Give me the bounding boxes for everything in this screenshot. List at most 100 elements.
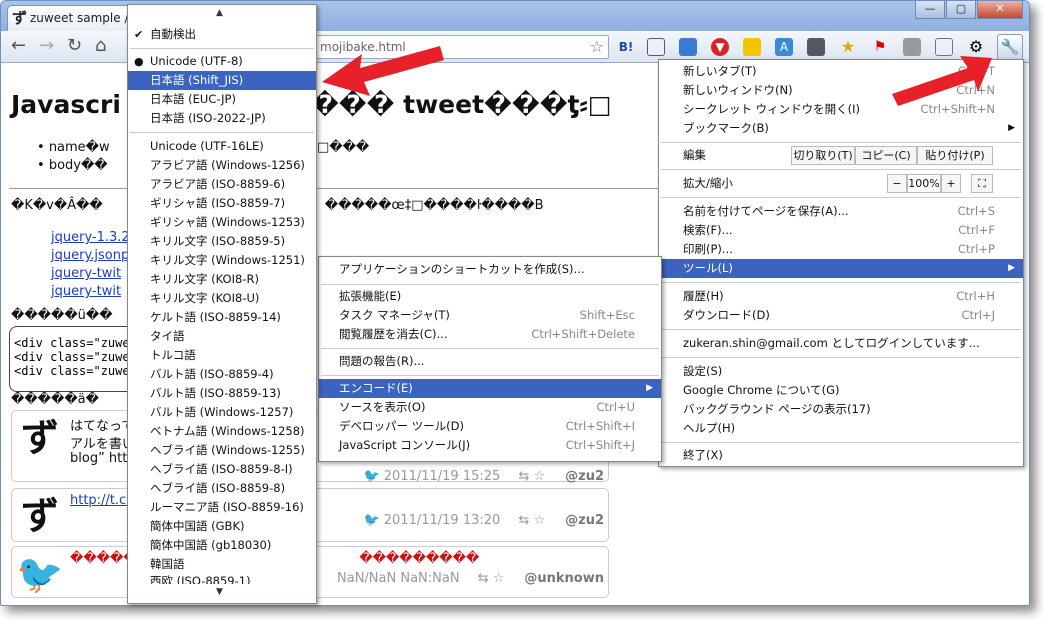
menu-item-save-page[interactable]: 名前を付けてページを保存(A)... Ctrl+S bbox=[659, 202, 1023, 221]
twitter-bird-icon: 🐦 bbox=[363, 513, 380, 528]
menu-item-encoding[interactable]: ヘブライ語 (Windows-1255) bbox=[128, 441, 316, 460]
image-icon[interactable] bbox=[679, 38, 697, 56]
menu-item-task-manager[interactable]: タスク マネージャ(T) Shift+Esc bbox=[319, 306, 661, 325]
menu-item-encoding[interactable]: ルーマニア語 (ISO-8859-16) bbox=[128, 498, 316, 517]
menu-item-encoding[interactable]: 西欧 (ISO-8859-1) bbox=[128, 574, 316, 584]
tab-title: zuweet sample / bbox=[30, 11, 129, 25]
menu-item-utf8[interactable]: ● Unicode (UTF-8) bbox=[128, 52, 316, 71]
menu-item-encoding[interactable]: ギリシャ語 (ISO-8859-7) bbox=[128, 194, 316, 213]
menu-item-js-console[interactable]: JavaScript コンソール(J) Ctrl+Shift+J bbox=[319, 436, 661, 455]
menu-item-encoding[interactable]: アラビア語 (ISO-8859-6) bbox=[128, 175, 316, 194]
menu-item-about[interactable]: Google Chrome について(G) bbox=[659, 381, 1023, 400]
menu-item-encoding[interactable]: 韓国語 bbox=[128, 555, 316, 574]
wrench-menu-button[interactable]: 🔧 bbox=[997, 34, 1023, 60]
menu-item-encoding[interactable]: ケルト語 (ISO-8859-14) bbox=[128, 308, 316, 327]
menu-separator bbox=[661, 442, 1021, 443]
menu-item-bookmarks[interactable]: ブックマーク(B) ▶ bbox=[659, 119, 1023, 138]
menu-item-exit[interactable]: 終了(X) bbox=[659, 446, 1023, 465]
menu-item-report-issue[interactable]: 問題の報告(R)... bbox=[319, 352, 661, 371]
translate-icon[interactable]: A bbox=[775, 38, 793, 56]
menu-item-euc-jp[interactable]: 日本語 (EUC-JP) bbox=[128, 90, 316, 109]
menu-item-encoding[interactable]: バルト語 (ISO-8859-4) bbox=[128, 365, 316, 384]
paste-button[interactable]: 貼り付け(P) bbox=[917, 146, 993, 165]
tweet-link[interactable]: http://t.co bbox=[70, 493, 134, 508]
opera-icon[interactable]: ▼ bbox=[711, 38, 729, 56]
tweet-meta: 🐦 2011/11/19 13:20 ⇆ ☆ @zu2 bbox=[363, 513, 604, 528]
scroll-up-icon[interactable]: ▲ bbox=[216, 8, 223, 18]
fullscreen-icon[interactable]: ⛶ bbox=[971, 174, 993, 193]
zoom-out-button[interactable]: − bbox=[887, 174, 907, 193]
maximize-button[interactable]: ▢ bbox=[946, 1, 976, 19]
evernote-icon[interactable] bbox=[807, 38, 825, 56]
menu-item-encoding[interactable]: トルコ語 bbox=[128, 346, 316, 365]
twitter-bird-icon: 🐦 bbox=[363, 469, 380, 484]
menu-row-zoom: 拡大/縮小 − 100% + ⛶ bbox=[659, 174, 1023, 193]
menu-item-shift-jis[interactable]: 日本語 (Shift_JIS) bbox=[128, 71, 316, 90]
menu-item-clear-history[interactable]: 閲覧履歴を消去(C)... Ctrl+Shift+Delete bbox=[319, 325, 661, 344]
copy-button[interactable]: コピー(C) bbox=[855, 146, 917, 165]
menu-item-encoding[interactable]: キリル文字 (KOI8-R) bbox=[128, 270, 316, 289]
menu-item-background-pages[interactable]: バックグラウンド ページの表示(17) bbox=[659, 400, 1023, 419]
menu-item-encoding[interactable]: バルト語 (ISO-8859-13) bbox=[128, 384, 316, 403]
menu-item-encoding[interactable]: アラビア語 (Windows-1256) bbox=[128, 156, 316, 175]
zoom-in-button[interactable]: + bbox=[941, 174, 961, 193]
favorite-star-icon[interactable]: ★ bbox=[839, 38, 857, 56]
menu-item-encoding[interactable]: キリル文字 (ISO-8859-5) bbox=[128, 232, 316, 251]
menu-item-encoding[interactable]: Unicode (UTF-16LE) bbox=[128, 137, 316, 156]
menu-item-encoding[interactable]: バルト語 (Windows-1257) bbox=[128, 403, 316, 422]
menu-item-encoding[interactable]: キリル文字 (Windows-1251) bbox=[128, 251, 316, 270]
hatena-bookmark-icon[interactable]: B! bbox=[617, 38, 635, 56]
submenu-arrow-icon: ▶ bbox=[1008, 123, 1015, 133]
reload-icon[interactable]: ↻ bbox=[67, 36, 82, 56]
menu-item-extensions[interactable]: 拡張機能(E) bbox=[319, 287, 661, 306]
menu-item-encoding[interactable]: キリル文字 (KOI8-U) bbox=[128, 289, 316, 308]
bookmark-star-icon[interactable]: ☆ bbox=[590, 36, 604, 58]
close-button[interactable]: ✕ bbox=[977, 1, 1023, 19]
menu-item-developer-tools[interactable]: デベロッパー ツール(D) Ctrl+Shift+I bbox=[319, 417, 661, 436]
menu-item-history[interactable]: 履歴(H) Ctrl+H bbox=[659, 287, 1023, 306]
menu-item-settings[interactable]: 設定(S) bbox=[659, 362, 1023, 381]
menu-item-tools[interactable]: ツール(L) ▶ bbox=[659, 259, 1023, 278]
menu-item-encoding[interactable]: エンコード(E) ▶ bbox=[319, 379, 661, 398]
link-jsonp[interactable]: jquery.jsonp bbox=[51, 248, 129, 263]
browser-tab[interactable]: ず zuweet sample / bbox=[7, 5, 135, 31]
tools-menu: アプリケーションのショートカットを作成(S)... 拡張機能(E) タスク マネ… bbox=[318, 256, 662, 462]
menu-item-encoding[interactable]: ヘブライ語 (ISO-8859-8-I) bbox=[128, 460, 316, 479]
link-twit-1[interactable]: jquery-twit bbox=[51, 266, 121, 281]
minimize-button[interactable]: — bbox=[915, 1, 945, 19]
menu-item-print[interactable]: 印刷(P)... Ctrl+P bbox=[659, 240, 1023, 259]
menu-separator bbox=[661, 357, 1021, 358]
menu-item-encoding[interactable]: タイ語 bbox=[128, 327, 316, 346]
menu-item-find[interactable]: 検索(F)... Ctrl+F bbox=[659, 221, 1023, 240]
twitter-bird-icon: 🐦 bbox=[16, 552, 64, 596]
menu-item-encoding[interactable]: 簡体中国語 (GBK) bbox=[128, 517, 316, 536]
menu-item-signed-in[interactable]: zukeran.shin@gmail.com としてログインしています... bbox=[659, 334, 1023, 353]
annotation-arrow-left bbox=[322, 46, 444, 96]
menu-item-create-shortcut[interactable]: アプリケーションのショートカットを作成(S)... bbox=[319, 260, 661, 279]
menu-item-auto-detect[interactable]: ✔ 自動検出 bbox=[128, 25, 316, 44]
tweet-text: blog” http bbox=[70, 451, 136, 466]
tweet-text: アルを書い bbox=[70, 437, 135, 452]
notes-icon[interactable] bbox=[743, 38, 761, 56]
menu-item-iso-2022-jp[interactable]: 日本語 (ISO-2022-JP) bbox=[128, 109, 316, 128]
submenu-arrow-icon: ▶ bbox=[646, 383, 653, 393]
flag-icon[interactable]: ⚑ bbox=[871, 38, 889, 56]
menu-separator bbox=[661, 282, 1021, 283]
forward-icon[interactable]: → bbox=[39, 36, 54, 56]
menu-item-downloads[interactable]: ダウンロード(D) Ctrl+J bbox=[659, 306, 1023, 325]
link-jquery[interactable]: jquery-1.3.2 bbox=[51, 230, 130, 245]
tweet-meta: NaN/NaN NaN:NaN ⇆ ☆ @unknown bbox=[337, 571, 604, 586]
menu-item-encoding[interactable]: 簡体中国語 (gb18030) bbox=[128, 536, 316, 555]
window-icon[interactable] bbox=[647, 38, 665, 56]
menu-item-encoding[interactable]: ヘブライ語 (ISO-8859-8) bbox=[128, 479, 316, 498]
submenu-arrow-icon: ▶ bbox=[1008, 263, 1015, 273]
menu-item-view-source[interactable]: ソースを表示(O) Ctrl+U bbox=[319, 398, 661, 417]
menu-item-help[interactable]: ヘルプ(H) bbox=[659, 419, 1023, 438]
home-icon[interactable]: ⌂ bbox=[95, 36, 106, 56]
cut-button[interactable]: 切り取り(T) bbox=[791, 146, 855, 165]
menu-item-encoding[interactable]: ベトナム語 (Windows-1258) bbox=[128, 422, 316, 441]
link-twit-2[interactable]: jquery-twit bbox=[51, 284, 121, 299]
menu-item-encoding[interactable]: ギリシャ語 (Windows-1253) bbox=[128, 213, 316, 232]
back-icon[interactable]: ← bbox=[11, 36, 26, 56]
scroll-down-icon[interactable]: ▼ bbox=[216, 587, 223, 597]
